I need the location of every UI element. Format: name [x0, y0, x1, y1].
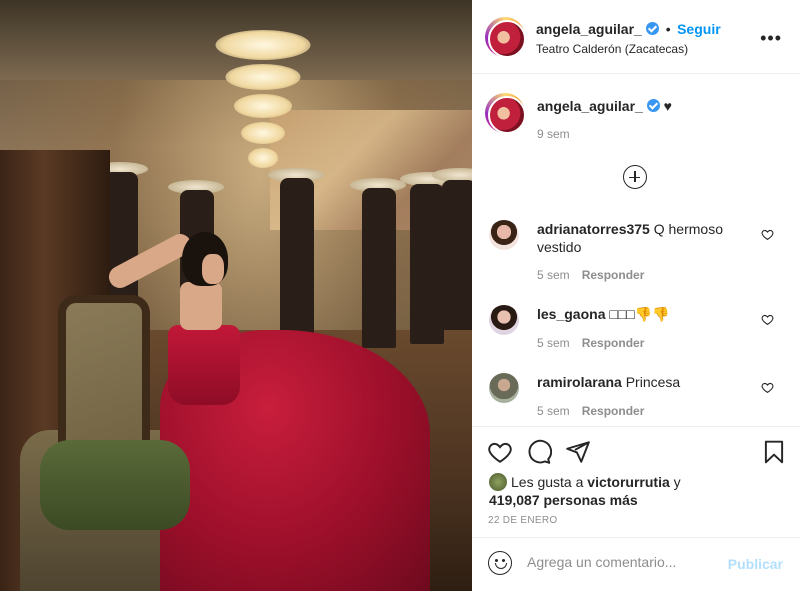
commenter-avatar[interactable]	[489, 220, 519, 250]
comment-meta: 5 sem Responder	[537, 336, 644, 350]
verified-badge-icon	[646, 99, 660, 112]
publish-button[interactable]: Publicar	[728, 556, 783, 572]
follow-button[interactable]: Seguir	[677, 21, 721, 37]
liker-avatar[interactable]	[489, 473, 507, 491]
comment-text: adrianatorres375 Q hermoso vestido	[537, 220, 757, 256]
likes-prefix: Les gusta a	[511, 474, 584, 490]
comment-time[interactable]: 5 sem	[537, 404, 570, 418]
like-comment-heart-icon[interactable]	[761, 313, 774, 326]
comment-username[interactable]: les_gaona	[537, 306, 605, 322]
dot-separator: •	[665, 21, 671, 37]
more-options-icon[interactable]: •••	[760, 29, 782, 47]
commenter-avatar[interactable]	[489, 305, 519, 335]
comment-time[interactable]: 5 sem	[537, 336, 570, 350]
commenter-avatar[interactable]	[489, 373, 519, 403]
comment-text: ramirolarana Princesa	[537, 373, 757, 391]
caption-username[interactable]: angela_aguilar_	[537, 98, 643, 114]
comment-meta: 5 sem Responder	[537, 268, 644, 282]
like-comment-heart-icon[interactable]	[761, 381, 774, 394]
like-heart-icon[interactable]	[487, 439, 513, 465]
caption-avatar[interactable]	[485, 93, 526, 134]
comment-username[interactable]: adrianatorres375	[537, 221, 650, 237]
caption-timestamp[interactable]: 9 sem	[537, 127, 570, 141]
post-date[interactable]: 22 DE ENERO	[488, 515, 557, 526]
comment-body: Princesa	[625, 374, 681, 390]
woman-face	[202, 254, 224, 284]
likes-summary: Les gusta a victorurrutia y 419,087 pers…	[489, 473, 681, 509]
share-send-icon[interactable]	[565, 439, 591, 465]
post-image[interactable]	[0, 0, 472, 591]
reply-button[interactable]: Responder	[582, 268, 645, 282]
caption-text: ♥	[663, 98, 672, 114]
comment-text: les_gaona □□□👎👎	[537, 305, 757, 323]
gown-bodice	[168, 325, 240, 405]
likes-connector: y	[673, 474, 681, 490]
chair-armrest	[40, 440, 190, 530]
author-line: angela_aguilar_ • Seguir	[536, 21, 721, 39]
comment-body: □□□👎👎	[609, 306, 670, 322]
post-header: angela_aguilar_ • Seguir Teatro Calderón…	[472, 0, 800, 74]
chandelier	[215, 30, 310, 170]
caption: angela_aguilar_ ♥	[537, 98, 672, 114]
author-username[interactable]: angela_aguilar_	[536, 21, 642, 37]
post-sidebar: angela_aguilar_ • Seguir Teatro Calderón…	[472, 0, 800, 591]
comment-bubble-icon[interactable]	[526, 439, 552, 465]
reply-button[interactable]: Responder	[582, 336, 645, 350]
reply-button[interactable]: Responder	[582, 404, 645, 418]
post-actions: Les gusta a victorurrutia y 419,087 pers…	[472, 426, 800, 591]
liker-username[interactable]: victorurrutia	[587, 474, 669, 490]
save-bookmark-icon[interactable]	[761, 439, 787, 465]
woman-shoulders	[180, 282, 222, 330]
comment-meta: 5 sem Responder	[537, 404, 644, 418]
verified-badge-icon	[646, 22, 660, 35]
emoji-icon[interactable]	[488, 551, 512, 575]
add-comment-bar: Publicar	[472, 537, 800, 591]
like-comment-heart-icon[interactable]	[761, 228, 774, 241]
comment-input[interactable]	[527, 554, 717, 570]
likes-count[interactable]: 419,087 personas más	[489, 492, 638, 508]
comment-time[interactable]: 5 sem	[537, 268, 570, 282]
comment-username[interactable]: ramirolarana	[537, 374, 622, 390]
post-location[interactable]: Teatro Calderón (Zacatecas)	[536, 42, 688, 56]
author-avatar[interactable]	[485, 17, 526, 58]
load-more-comments-icon[interactable]	[623, 165, 647, 189]
